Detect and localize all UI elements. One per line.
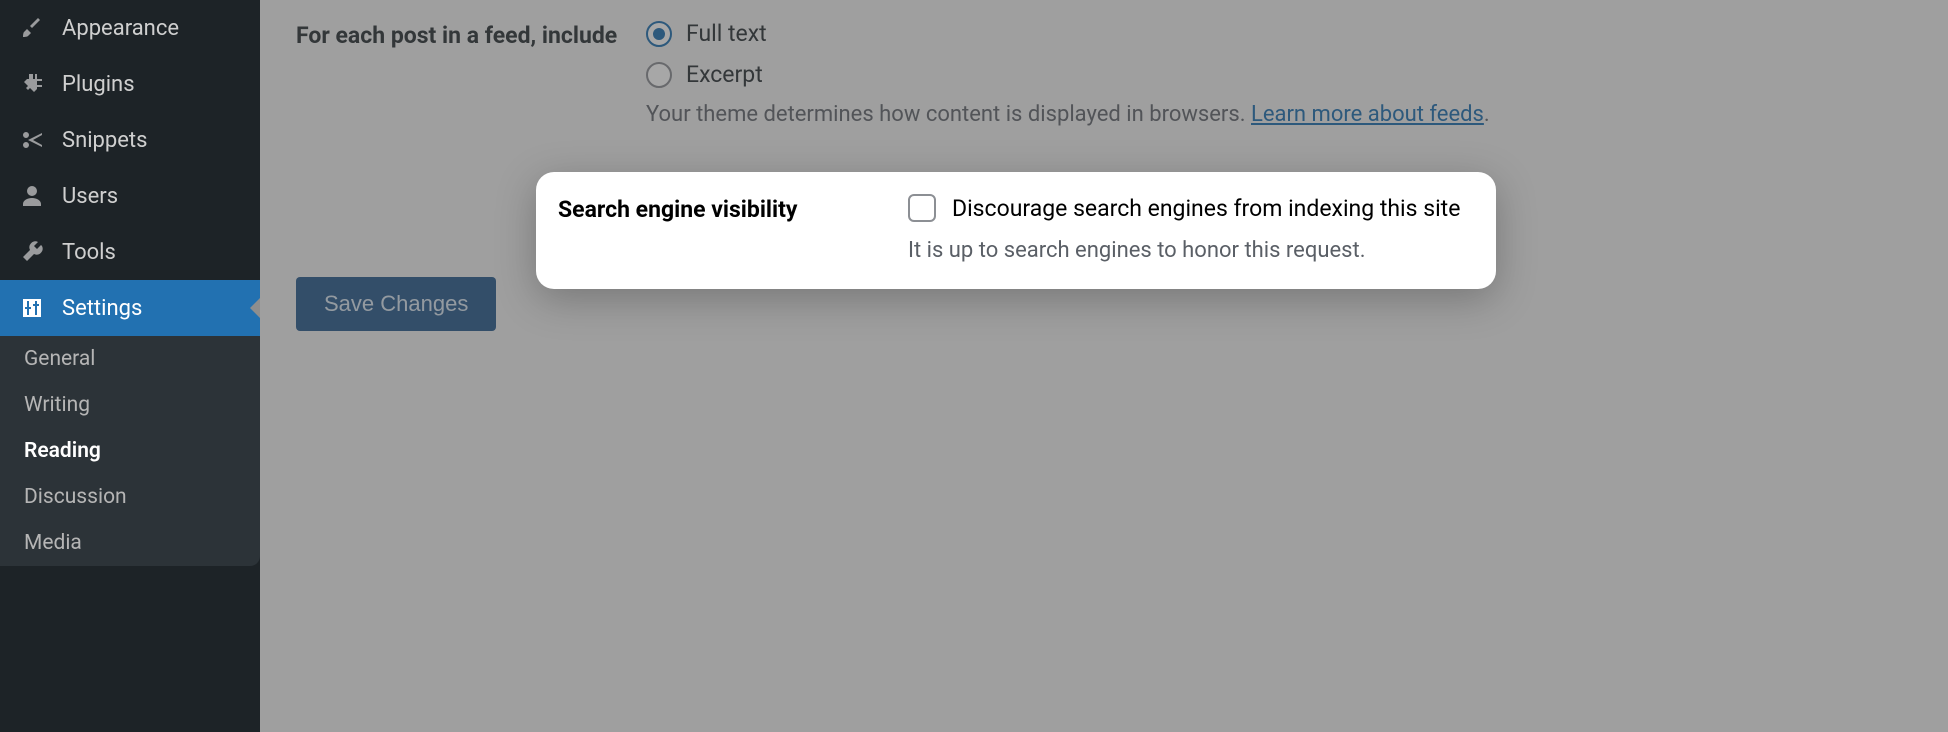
sidebar-item-tools[interactable]: Tools [0, 224, 260, 280]
sev-checkbox-label: Discourage search engines from indexing … [952, 195, 1460, 222]
wrench-icon [18, 238, 46, 266]
submenu-item-writing[interactable]: Writing [0, 382, 260, 428]
sev-description: It is up to search engines to honor this… [908, 238, 1474, 263]
feed-include-label: For each post in a feed, include [296, 20, 646, 52]
sidebar-item-label: Snippets [62, 128, 148, 153]
user-icon [18, 182, 46, 210]
submenu-item-discussion[interactable]: Discussion [0, 474, 260, 520]
scissors-icon [18, 126, 46, 154]
feed-include-field: Full text Excerpt Your theme determines … [646, 20, 1912, 127]
desc-suffix: . [1484, 102, 1490, 127]
sev-checkbox-row[interactable]: Discourage search engines from indexing … [908, 194, 1474, 222]
radio-label: Full text [686, 20, 767, 47]
search-engine-visibility-highlight: Search engine visibility Discourage sear… [536, 172, 1496, 289]
sidebar-item-label: Settings [62, 296, 142, 321]
learn-more-feeds-link[interactable]: Learn more about feeds [1251, 102, 1484, 127]
submenu-item-media[interactable]: Media [0, 520, 260, 566]
admin-sidebar: Appearance Plugins Snippets Users Tools … [0, 0, 260, 732]
sidebar-item-label: Users [62, 184, 118, 209]
plug-icon [18, 70, 46, 98]
radio-icon [646, 21, 672, 47]
sev-label: Search engine visibility [558, 194, 908, 226]
sidebar-item-snippets[interactable]: Snippets [0, 112, 260, 168]
feed-include-row: For each post in a feed, include Full te… [296, 0, 1912, 157]
sidebar-item-settings[interactable]: Settings [0, 280, 260, 336]
sidebar-item-plugins[interactable]: Plugins [0, 56, 260, 112]
sidebar-item-label: Appearance [62, 16, 179, 41]
sidebar-item-users[interactable]: Users [0, 168, 260, 224]
main-content-area: For each post in a feed, include Full te… [260, 0, 1948, 732]
radio-fulltext-row[interactable]: Full text [646, 20, 1912, 47]
feed-description: Your theme determines how content is dis… [646, 102, 1912, 127]
submenu-item-general[interactable]: General [0, 336, 260, 382]
sliders-icon [18, 294, 46, 322]
radio-icon [646, 62, 672, 88]
desc-text: Your theme determines how content is dis… [646, 102, 1251, 127]
radio-excerpt-row[interactable]: Excerpt [646, 61, 1912, 88]
sidebar-item-label: Plugins [62, 72, 135, 97]
radio-label: Excerpt [686, 61, 763, 88]
checkbox-icon [908, 194, 936, 222]
settings-submenu: General Writing Reading Discussion Media [0, 336, 260, 566]
paintbrush-icon [18, 14, 46, 42]
save-changes-button[interactable]: Save Changes [296, 277, 496, 331]
submenu-item-reading[interactable]: Reading [0, 428, 260, 474]
sidebar-item-appearance[interactable]: Appearance [0, 0, 260, 56]
sidebar-item-label: Tools [62, 240, 116, 265]
